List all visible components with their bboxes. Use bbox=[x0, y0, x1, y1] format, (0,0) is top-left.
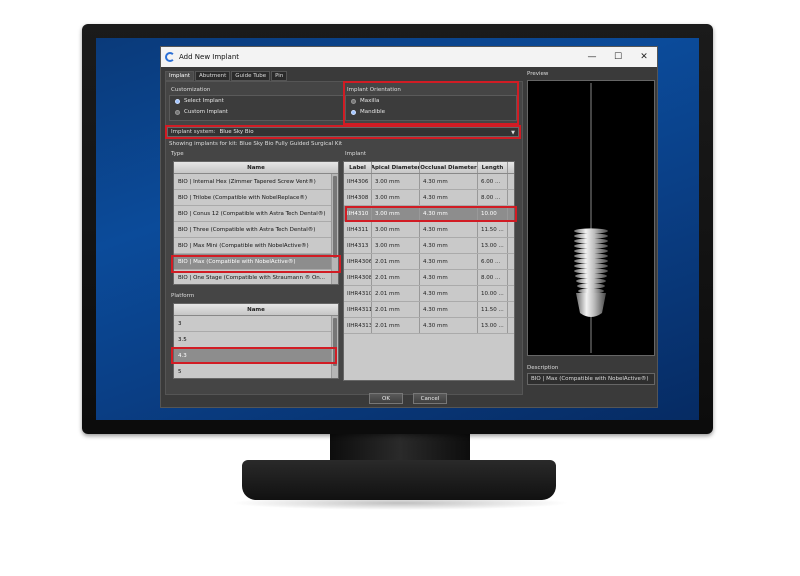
list-item[interactable]: 3 bbox=[174, 316, 338, 332]
tab-abutment[interactable]: Abutment bbox=[195, 71, 231, 81]
description-field: BIO | Max (Compatible with NobelActive®) bbox=[527, 373, 655, 385]
implant-table: Label Apical Diameter Occlusal Diameter … bbox=[343, 161, 515, 381]
list-item[interactable]: BIO | Max Mini (Compatible with NobelAct… bbox=[174, 238, 338, 254]
monitor-base bbox=[242, 460, 556, 500]
tab-implant[interactable]: Implant bbox=[165, 71, 195, 81]
description-label: Description bbox=[527, 365, 559, 371]
ok-button[interactable]: OK bbox=[369, 393, 403, 404]
radio-checked-icon bbox=[175, 98, 180, 104]
tab-bar: Implant Abutment Guide Tube Pin bbox=[165, 71, 288, 81]
table-row[interactable]: IIH4308 3.00 mm 4.30 mm 8.00 ... bbox=[344, 190, 514, 206]
tab-guide-tube[interactable]: Guide Tube bbox=[231, 71, 271, 81]
platform-list-header: Name bbox=[174, 304, 338, 316]
table-row[interactable]: IIH4306 3.00 mm 4.30 mm 6.00 ... bbox=[344, 174, 514, 190]
list-item[interactable]: BIO | Conus 12 (Compatible with Astra Te… bbox=[174, 206, 338, 222]
table-row[interactable]: IIHR4308 2.01 mm 4.30 mm 8.00 ... bbox=[344, 270, 514, 286]
table-row[interactable]: IIHR4311 2.01 mm 4.30 mm 11.50 ... bbox=[344, 302, 514, 318]
table-row[interactable]: IIHR4310 2.01 mm 4.30 mm 10.00 ... bbox=[344, 286, 514, 302]
customization-label: Customization bbox=[171, 87, 211, 93]
preview-label: Preview bbox=[527, 71, 549, 77]
table-row[interactable]: IIH4311 3.00 mm 4.30 mm 11.50 ... bbox=[344, 222, 514, 238]
kit-info-text: Showing implants for kit: Blue Sky Bio F… bbox=[169, 141, 343, 147]
maximize-icon[interactable]: ☐ bbox=[605, 47, 631, 67]
platform-label: Platform bbox=[171, 293, 195, 299]
platform-list: Name 3 3.5 4.3 5 bbox=[173, 303, 339, 379]
implant-render-icon bbox=[574, 83, 608, 353]
table-row[interactable]: IIHR4306 2.01 mm 4.30 mm 6.00 ... bbox=[344, 254, 514, 270]
column-header-apical[interactable]: Apical Diameter bbox=[372, 162, 420, 173]
platform-selection-highlight bbox=[171, 347, 337, 364]
column-header-occlusal[interactable]: Occlusal Diameter bbox=[420, 162, 478, 173]
list-item[interactable]: 5 bbox=[174, 364, 338, 378]
implant-row-highlight bbox=[345, 206, 517, 222]
implant-preview-viewport[interactable] bbox=[527, 80, 655, 356]
title-bar[interactable]: Add New Implant — ☐ ✕ bbox=[161, 47, 657, 67]
dialog-title: Add New Implant bbox=[179, 53, 240, 61]
type-list-header: Name bbox=[174, 162, 338, 174]
implant-table-header: Label Apical Diameter Occlusal Diameter … bbox=[344, 162, 514, 174]
column-header-length[interactable]: Length bbox=[478, 162, 508, 173]
table-row[interactable]: IIH4313 3.00 mm 4.30 mm 13.00 ... bbox=[344, 238, 514, 254]
list-item[interactable]: BIO | Three (Compatible with Astra Tech … bbox=[174, 222, 338, 238]
table-row[interactable]: IIHR4313 2.01 mm 4.30 mm 13.00 ... bbox=[344, 318, 514, 334]
type-selection-highlight bbox=[171, 255, 341, 273]
list-item[interactable]: BIO | Internal Hex (Zimmer Tapered Screw… bbox=[174, 174, 338, 190]
app-logo-icon bbox=[165, 52, 175, 62]
close-icon[interactable]: ✕ bbox=[631, 47, 657, 67]
column-header-label[interactable]: Label bbox=[344, 162, 372, 173]
orientation-highlight bbox=[343, 81, 519, 125]
radio-unchecked-icon bbox=[175, 109, 180, 115]
radio-custom-implant[interactable]: Custom Implant bbox=[175, 109, 228, 115]
scrollbar-thumb[interactable] bbox=[333, 176, 337, 258]
list-item[interactable]: 3.5 bbox=[174, 332, 338, 348]
add-implant-dialog: Add New Implant — ☐ ✕ Implant Abutment G… bbox=[160, 46, 658, 408]
implant-label: Implant bbox=[345, 151, 367, 157]
system-highlight bbox=[165, 125, 521, 139]
cancel-button[interactable]: Cancel bbox=[413, 393, 447, 404]
minimize-icon[interactable]: — bbox=[579, 47, 605, 67]
radio-select-implant[interactable]: Select Implant bbox=[175, 98, 224, 104]
list-item[interactable]: BIO | Trilobe (Compatible with NobelRepl… bbox=[174, 190, 338, 206]
tab-pin[interactable]: Pin bbox=[271, 71, 288, 81]
type-label: Type bbox=[171, 151, 184, 157]
